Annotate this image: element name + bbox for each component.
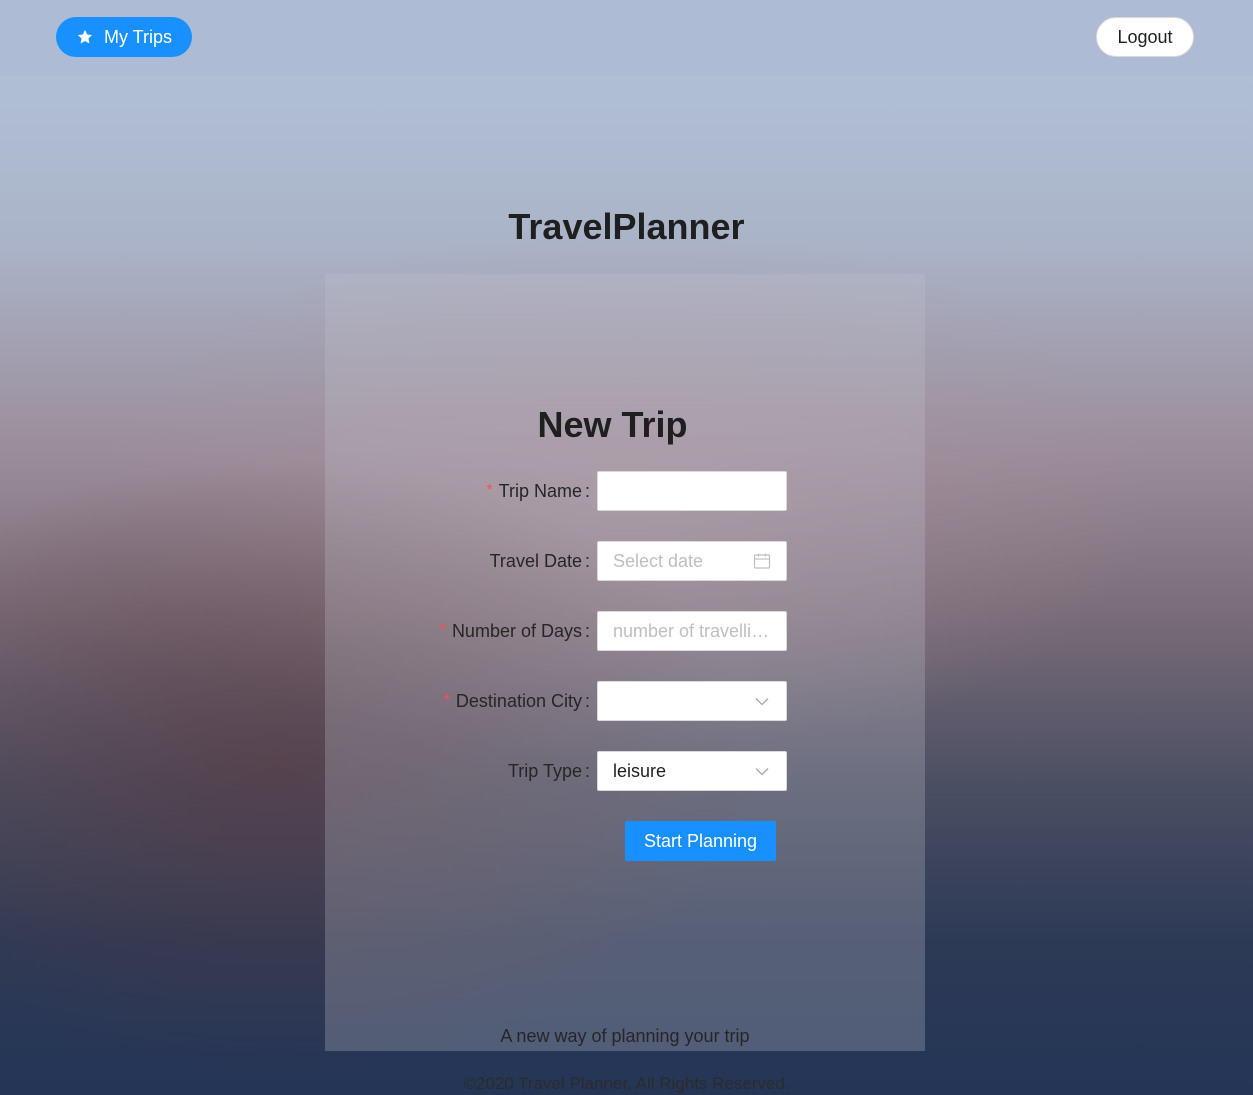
logout-button[interactable]: Logout — [1096, 17, 1194, 57]
chevron-down-icon — [753, 692, 771, 710]
travel-date-picker[interactable]: Select date — [597, 541, 787, 581]
number-of-days-input[interactable]: number of travellin... — [597, 611, 787, 651]
destination-city-select[interactable] — [597, 681, 787, 721]
star-icon — [76, 28, 94, 46]
trip-type-label: Trip Type : — [507, 760, 590, 781]
trip-name-label: * Trip Name : — [486, 480, 590, 501]
number-of-days-label: * Number of Days : — [439, 620, 590, 641]
tagline: A new way of planning your trip — [500, 1026, 750, 1046]
new-trip-card: New Trip * Trip Name : Travel Date : Sel… — [325, 274, 925, 1051]
travel-date-row: Travel Date : Select date — [325, 541, 925, 581]
start-planning-button[interactable]: Start Planning — [625, 821, 776, 861]
required-mark: * — [486, 482, 493, 499]
my-trips-label: My Trips — [103, 26, 172, 47]
trip-type-row: Trip Type : leisure — [325, 751, 925, 791]
chevron-down-icon — [753, 762, 771, 780]
destination-city-label: * Destination City : — [443, 690, 590, 711]
top-header: My Trips Logout — [0, 0, 1253, 76]
footer-copyright: ©2020 Travel Planner. All Rights Reserve… — [463, 1074, 790, 1093]
required-mark: * — [443, 692, 450, 709]
number-of-days-row: * Number of Days : number of travellin..… — [325, 611, 925, 651]
calendar-icon — [753, 552, 771, 570]
trip-name-input[interactable] — [597, 471, 787, 511]
my-trips-button[interactable]: My Trips — [56, 17, 192, 57]
travel-date-label: Travel Date : — [489, 550, 590, 571]
trip-type-value: leisure — [613, 760, 667, 781]
trip-name-row: * Trip Name : — [325, 471, 925, 511]
number-of-days-placeholder: number of travellin... — [613, 620, 771, 641]
destination-city-row: * Destination City : — [325, 681, 925, 721]
required-mark: * — [439, 622, 446, 639]
app-title: TravelPlanner — [508, 206, 745, 247]
travel-date-placeholder: Select date — [613, 550, 704, 571]
trip-type-select[interactable]: leisure — [597, 751, 787, 791]
form-title: New Trip — [537, 404, 688, 445]
